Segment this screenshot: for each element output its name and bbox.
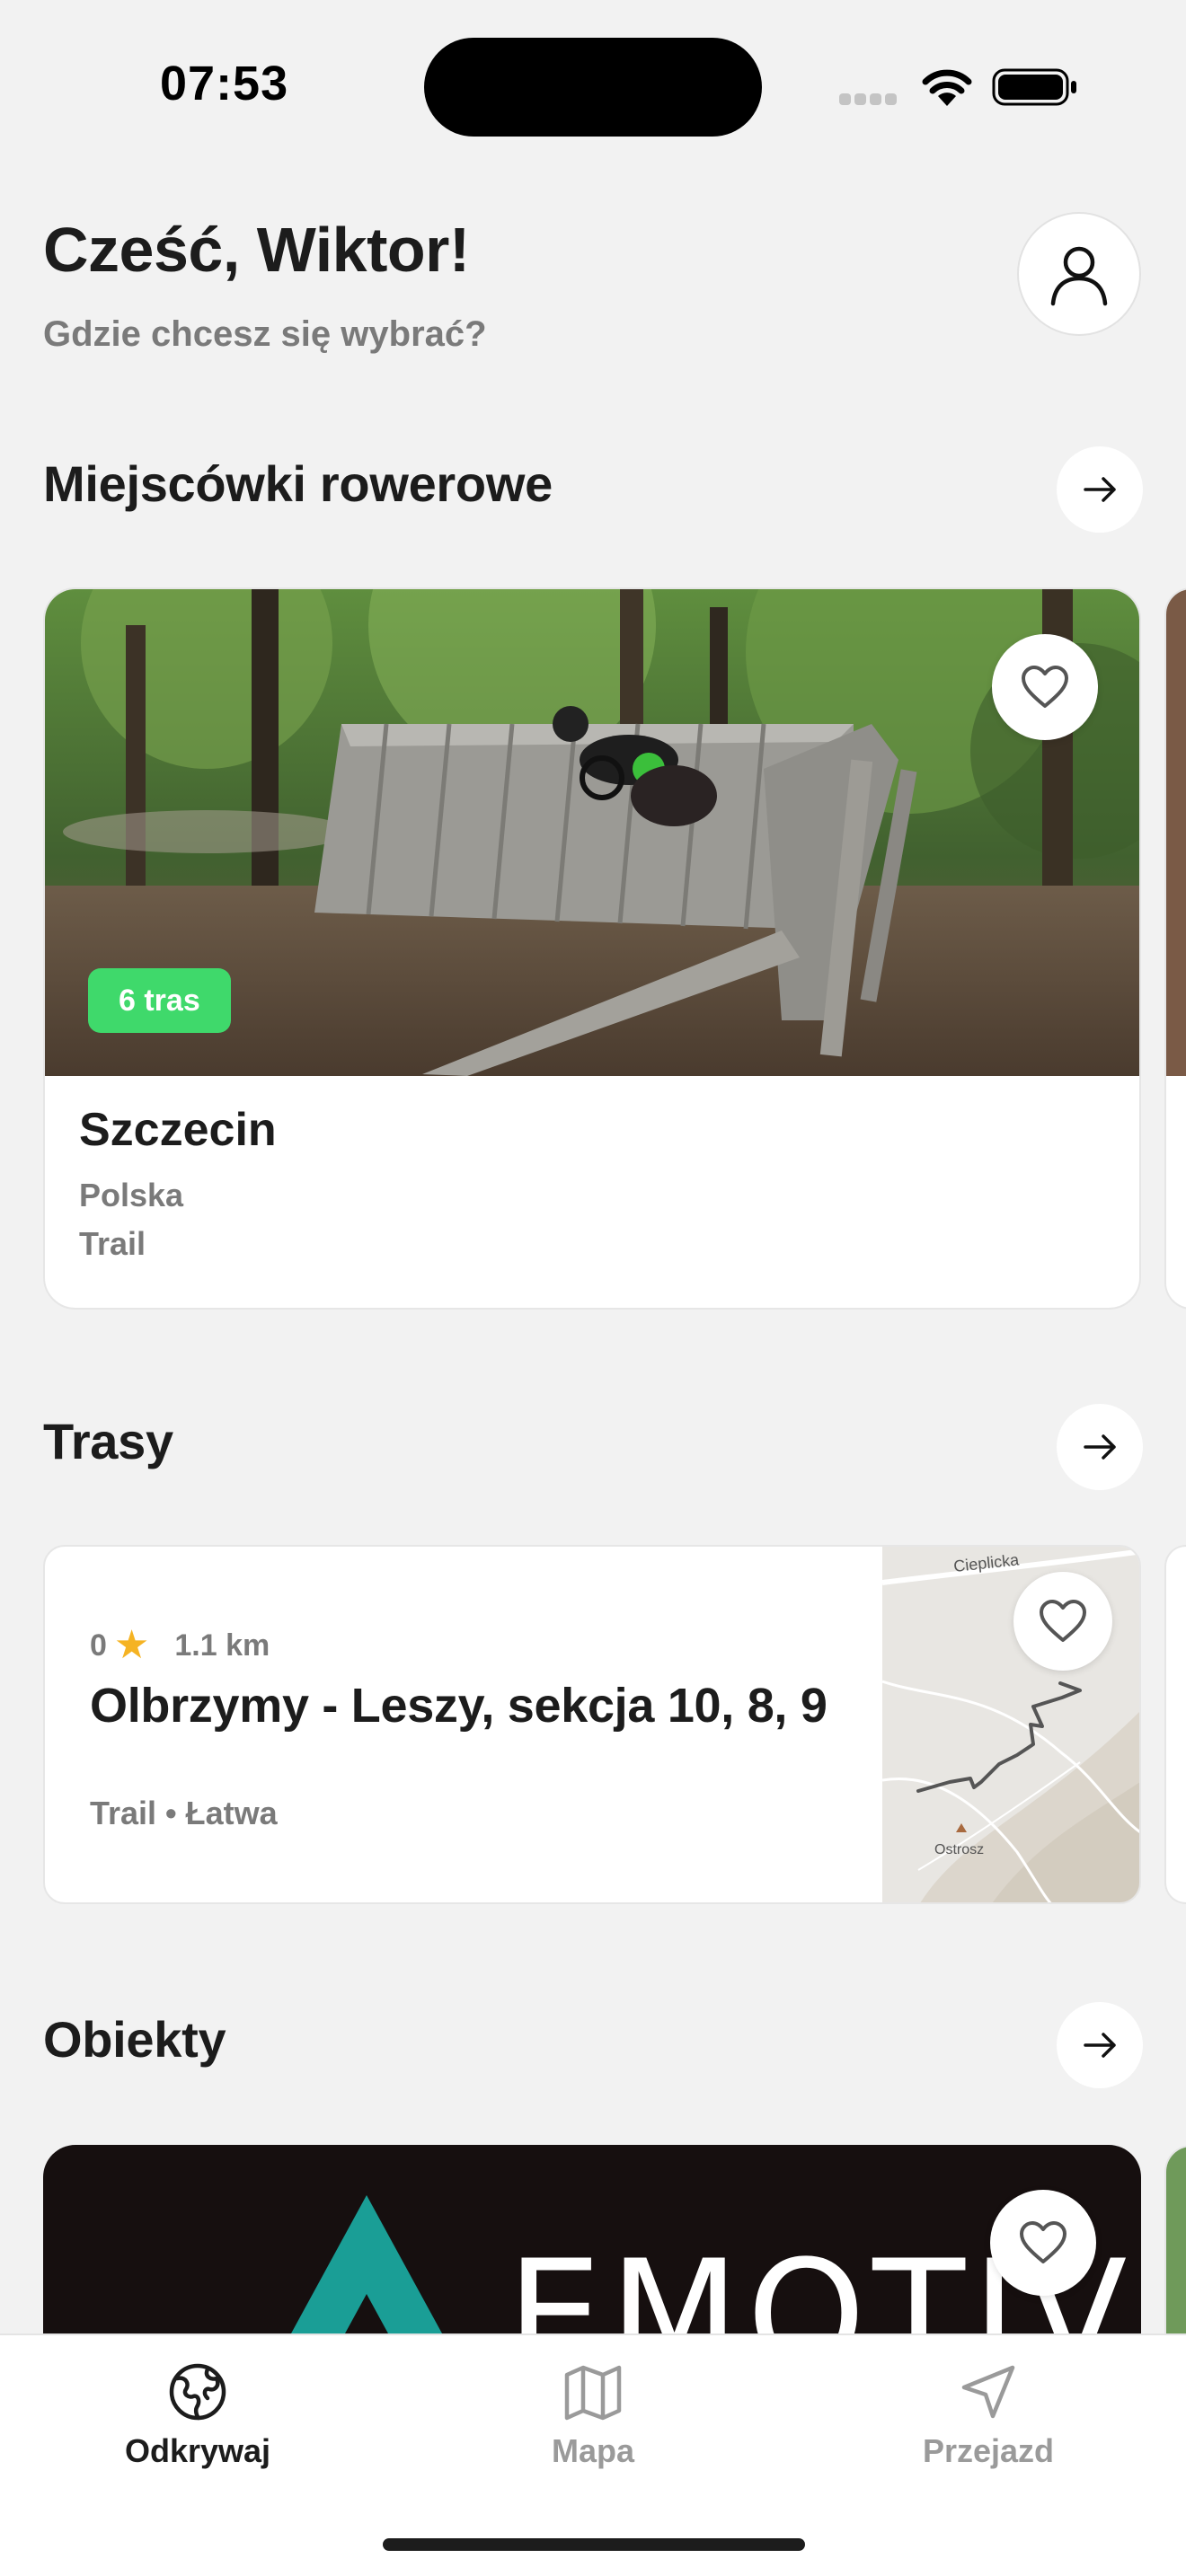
globe-icon — [169, 2363, 226, 2421]
spot-favorite-button[interactable] — [992, 634, 1098, 740]
spot-type: Trail — [79, 1225, 146, 1262]
route-distance: 1.1 km — [174, 1628, 270, 1663]
status-bar: 07:53 — [0, 0, 1186, 171]
objects-see-all-button[interactable] — [1057, 2002, 1143, 2088]
arrow-right-icon — [1084, 2033, 1116, 2058]
routes-count-badge: 6 tras — [88, 968, 231, 1033]
spot-name: Szczecin — [79, 1104, 277, 1156]
home-indicator[interactable] — [383, 2538, 805, 2551]
spot-card[interactable]: 6 tras Szczecin Polska Trail — [43, 587, 1141, 1310]
star-icon: ★ — [113, 1623, 150, 1667]
route-name: Olbrzymy - Leszy, sekcja 10, 8, 9 — [90, 1679, 828, 1733]
spot-photo: 6 tras — [45, 589, 1139, 1076]
battery-icon — [992, 68, 1076, 106]
tab-mapa[interactable]: Mapa — [458, 2360, 728, 2470]
spot-country: Polska — [79, 1177, 184, 1213]
route-tags: Trail • Łatwa — [90, 1795, 278, 1831]
tab-label: Mapa — [551, 2432, 635, 2469]
next-route-card-peek[interactable] — [1164, 1545, 1186, 1904]
navigation-arrow-icon — [961, 2365, 1015, 2419]
routes-see-all-button[interactable] — [1057, 1404, 1143, 1490]
route-meta: 0 ★ 1.1 km — [90, 1626, 270, 1665]
heart-icon — [1020, 2221, 1067, 2263]
tab-label: Przejazd — [922, 2432, 1055, 2469]
user-icon — [1050, 246, 1108, 306]
section-title-spots: Miejscówki rowerowe — [43, 455, 553, 512]
bottom-tab-bar: Odkrywaj Mapa Przejazd — [0, 2333, 1186, 2576]
route-map-thumbnail: Cieplicka Ostrosz — [881, 1547, 1139, 1902]
route-favorite-button[interactable] — [1013, 1572, 1112, 1671]
tab-przejazd[interactable]: Przejazd — [854, 2360, 1123, 2470]
heart-icon — [1040, 1600, 1086, 1642]
dynamic-island — [424, 38, 762, 137]
heart-icon — [1022, 666, 1068, 708]
route-rating: 0 — [90, 1628, 107, 1663]
cellular-signal-icon — [839, 93, 902, 106]
arrow-right-icon — [1084, 1434, 1116, 1460]
next-spot-card-peek[interactable] — [1164, 587, 1186, 1310]
section-title-objects: Obiekty — [43, 2011, 226, 2068]
profile-button[interactable] — [1017, 212, 1141, 336]
spots-see-all-button[interactable] — [1057, 446, 1143, 533]
object-favorite-button[interactable] — [990, 2190, 1096, 2296]
route-card[interactable]: 0 ★ 1.1 km Olbrzymy - Leszy, sekcja 10, … — [43, 1545, 1141, 1904]
greeting-title: Cześć, Wiktor! — [43, 215, 470, 285]
section-title-routes: Trasy — [43, 1413, 173, 1469]
wifi-icon — [922, 69, 972, 106]
map-icon — [564, 2365, 622, 2421]
map-label-bottom: Ostrosz — [934, 1842, 984, 1857]
greeting-subtitle: Gdzie chcesz się wybrać? — [43, 314, 487, 354]
tab-label: Odkrywaj — [124, 2432, 271, 2469]
arrow-right-icon — [1084, 477, 1116, 502]
status-time: 07:53 — [160, 57, 289, 110]
tab-odkrywaj[interactable]: Odkrywaj — [63, 2360, 332, 2470]
